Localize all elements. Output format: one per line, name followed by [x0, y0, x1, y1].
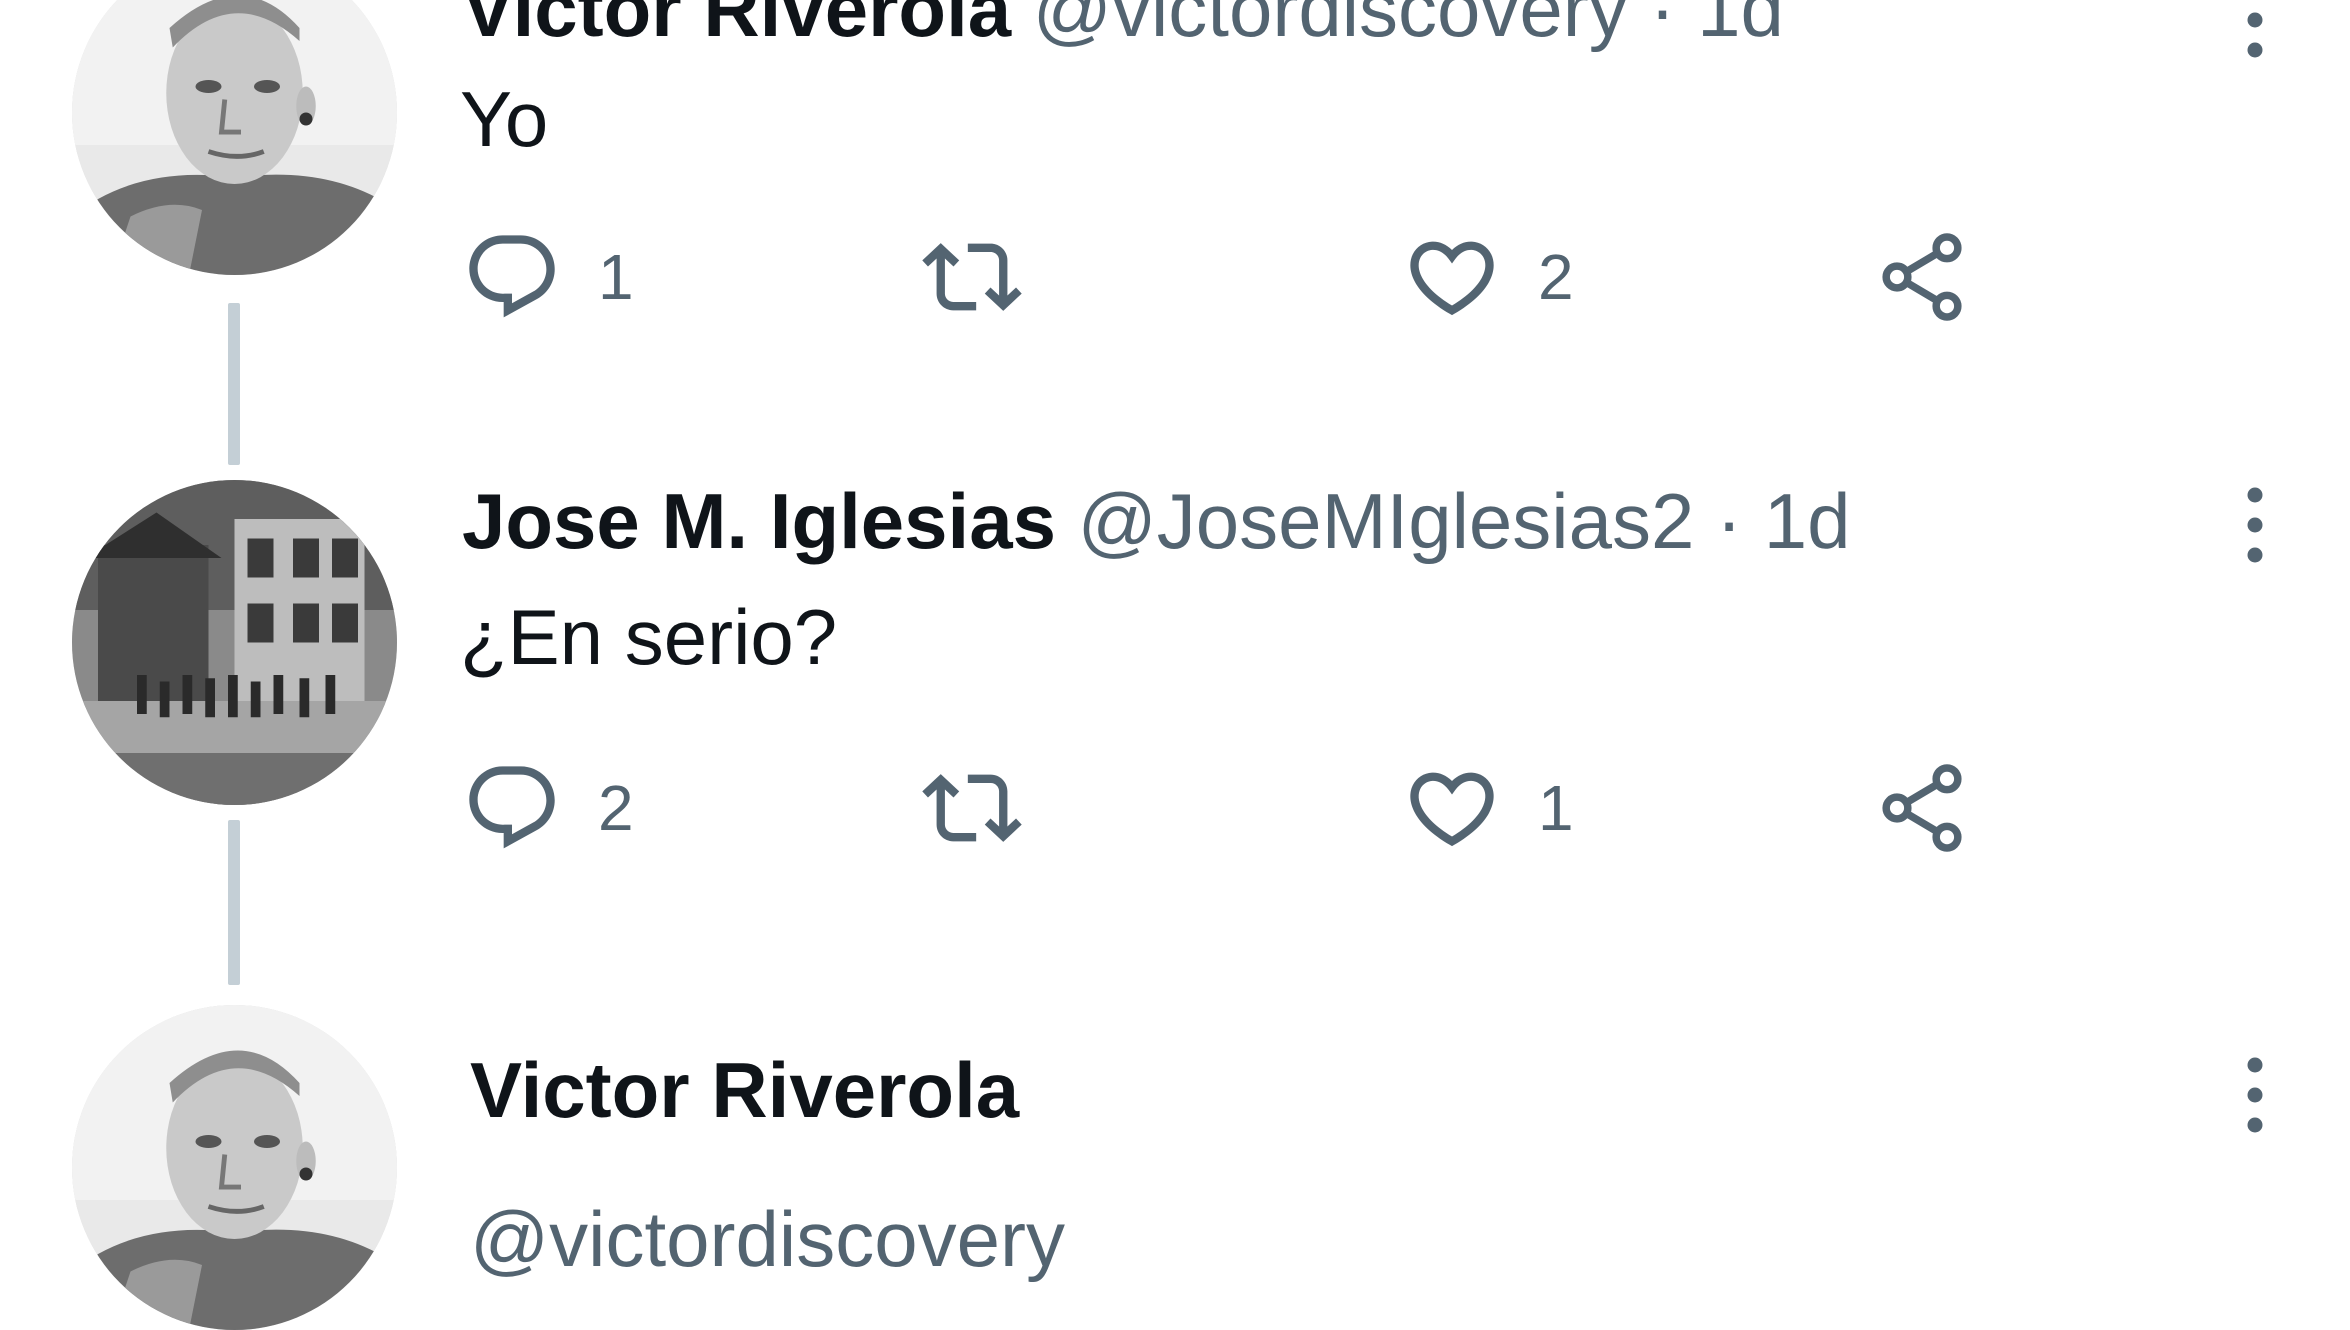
- reply-icon: [469, 766, 555, 849]
- more-options-button[interactable]: [2215, 0, 2295, 75]
- like-button[interactable]: 1: [1402, 753, 1574, 863]
- retweet-icon: [922, 774, 1022, 842]
- tweet-header-handle: @victordiscovery: [470, 1200, 1065, 1278]
- display-name[interactable]: Victor Riverola: [470, 1046, 1019, 1134]
- display-name[interactable]: Jose M. Iglesias: [462, 477, 1056, 565]
- tweet-text: ¿En serio?: [460, 593, 838, 681]
- thread-connector: [228, 820, 240, 985]
- share-button[interactable]: [1872, 753, 1972, 863]
- more-vertical-icon: [2247, 12, 2263, 58]
- reply-count: 2: [598, 772, 634, 844]
- retweet-button[interactable]: [922, 753, 1058, 863]
- tweet[interactable]: Victor Riverola @victordiscovery · 1d Yo…: [0, 0, 2350, 321]
- reply-count: 1: [598, 241, 634, 313]
- like-count: 1: [1538, 772, 1574, 844]
- reply-icon: [469, 235, 555, 318]
- tweet[interactable]: Jose M. Iglesias @JoseMIglesias2 · 1d ¿E…: [0, 470, 2350, 860]
- user-handle[interactable]: @victordiscovery: [1033, 0, 1628, 53]
- share-icon: [1882, 764, 1962, 852]
- more-vertical-icon: [2247, 487, 2263, 563]
- more-vertical-icon: [2247, 1057, 2263, 1133]
- like-button[interactable]: 2: [1402, 222, 1574, 332]
- like-count: 2: [1538, 241, 1574, 313]
- avatar[interactable]: [72, 1005, 397, 1330]
- user-avatar-photo: [72, 0, 397, 275]
- tweet-text: Yo: [460, 75, 549, 163]
- separator-dot: ·: [1649, 0, 1676, 53]
- timestamp[interactable]: 1d: [1697, 0, 1784, 53]
- user-handle[interactable]: @JoseMIglesias2: [1078, 477, 1695, 565]
- heart-icon: [1410, 772, 1494, 847]
- tweet-header: Victor Riverola: [470, 1051, 1019, 1129]
- share-icon: [1882, 233, 1962, 321]
- reply-button[interactable]: 2: [462, 753, 634, 863]
- timestamp[interactable]: 1d: [1764, 477, 1851, 565]
- street-photo-avatar: [72, 480, 397, 805]
- tweet[interactable]: Victor Riverola @victordiscovery: [0, 995, 2350, 1330]
- tweet-header: Victor Riverola @victordiscovery · 1d: [462, 0, 1784, 48]
- retweet-icon: [922, 243, 1022, 311]
- tweet-header: Jose M. Iglesias @JoseMIglesias2 · 1d: [462, 482, 1850, 560]
- tweet-actions: 1 2: [462, 222, 2022, 332]
- user-avatar-photo: [72, 1005, 397, 1330]
- user-handle[interactable]: @victordiscovery: [470, 1195, 1065, 1283]
- heart-icon: [1410, 241, 1494, 316]
- share-button[interactable]: [1872, 222, 1972, 332]
- more-options-button[interactable]: [2215, 470, 2295, 580]
- more-options-button[interactable]: [2215, 1040, 2295, 1150]
- display-name[interactable]: Victor Riverola: [462, 0, 1011, 53]
- reply-thread: Victor Riverola @victordiscovery · 1d Yo…: [0, 0, 2350, 1330]
- avatar[interactable]: [72, 480, 397, 805]
- retweet-button[interactable]: [922, 222, 1058, 332]
- avatar[interactable]: [72, 0, 397, 275]
- separator-dot: ·: [1716, 477, 1743, 565]
- thread-connector: [228, 303, 240, 465]
- tweet-actions: 2 1: [462, 753, 2022, 863]
- reply-button[interactable]: 1: [462, 222, 634, 332]
